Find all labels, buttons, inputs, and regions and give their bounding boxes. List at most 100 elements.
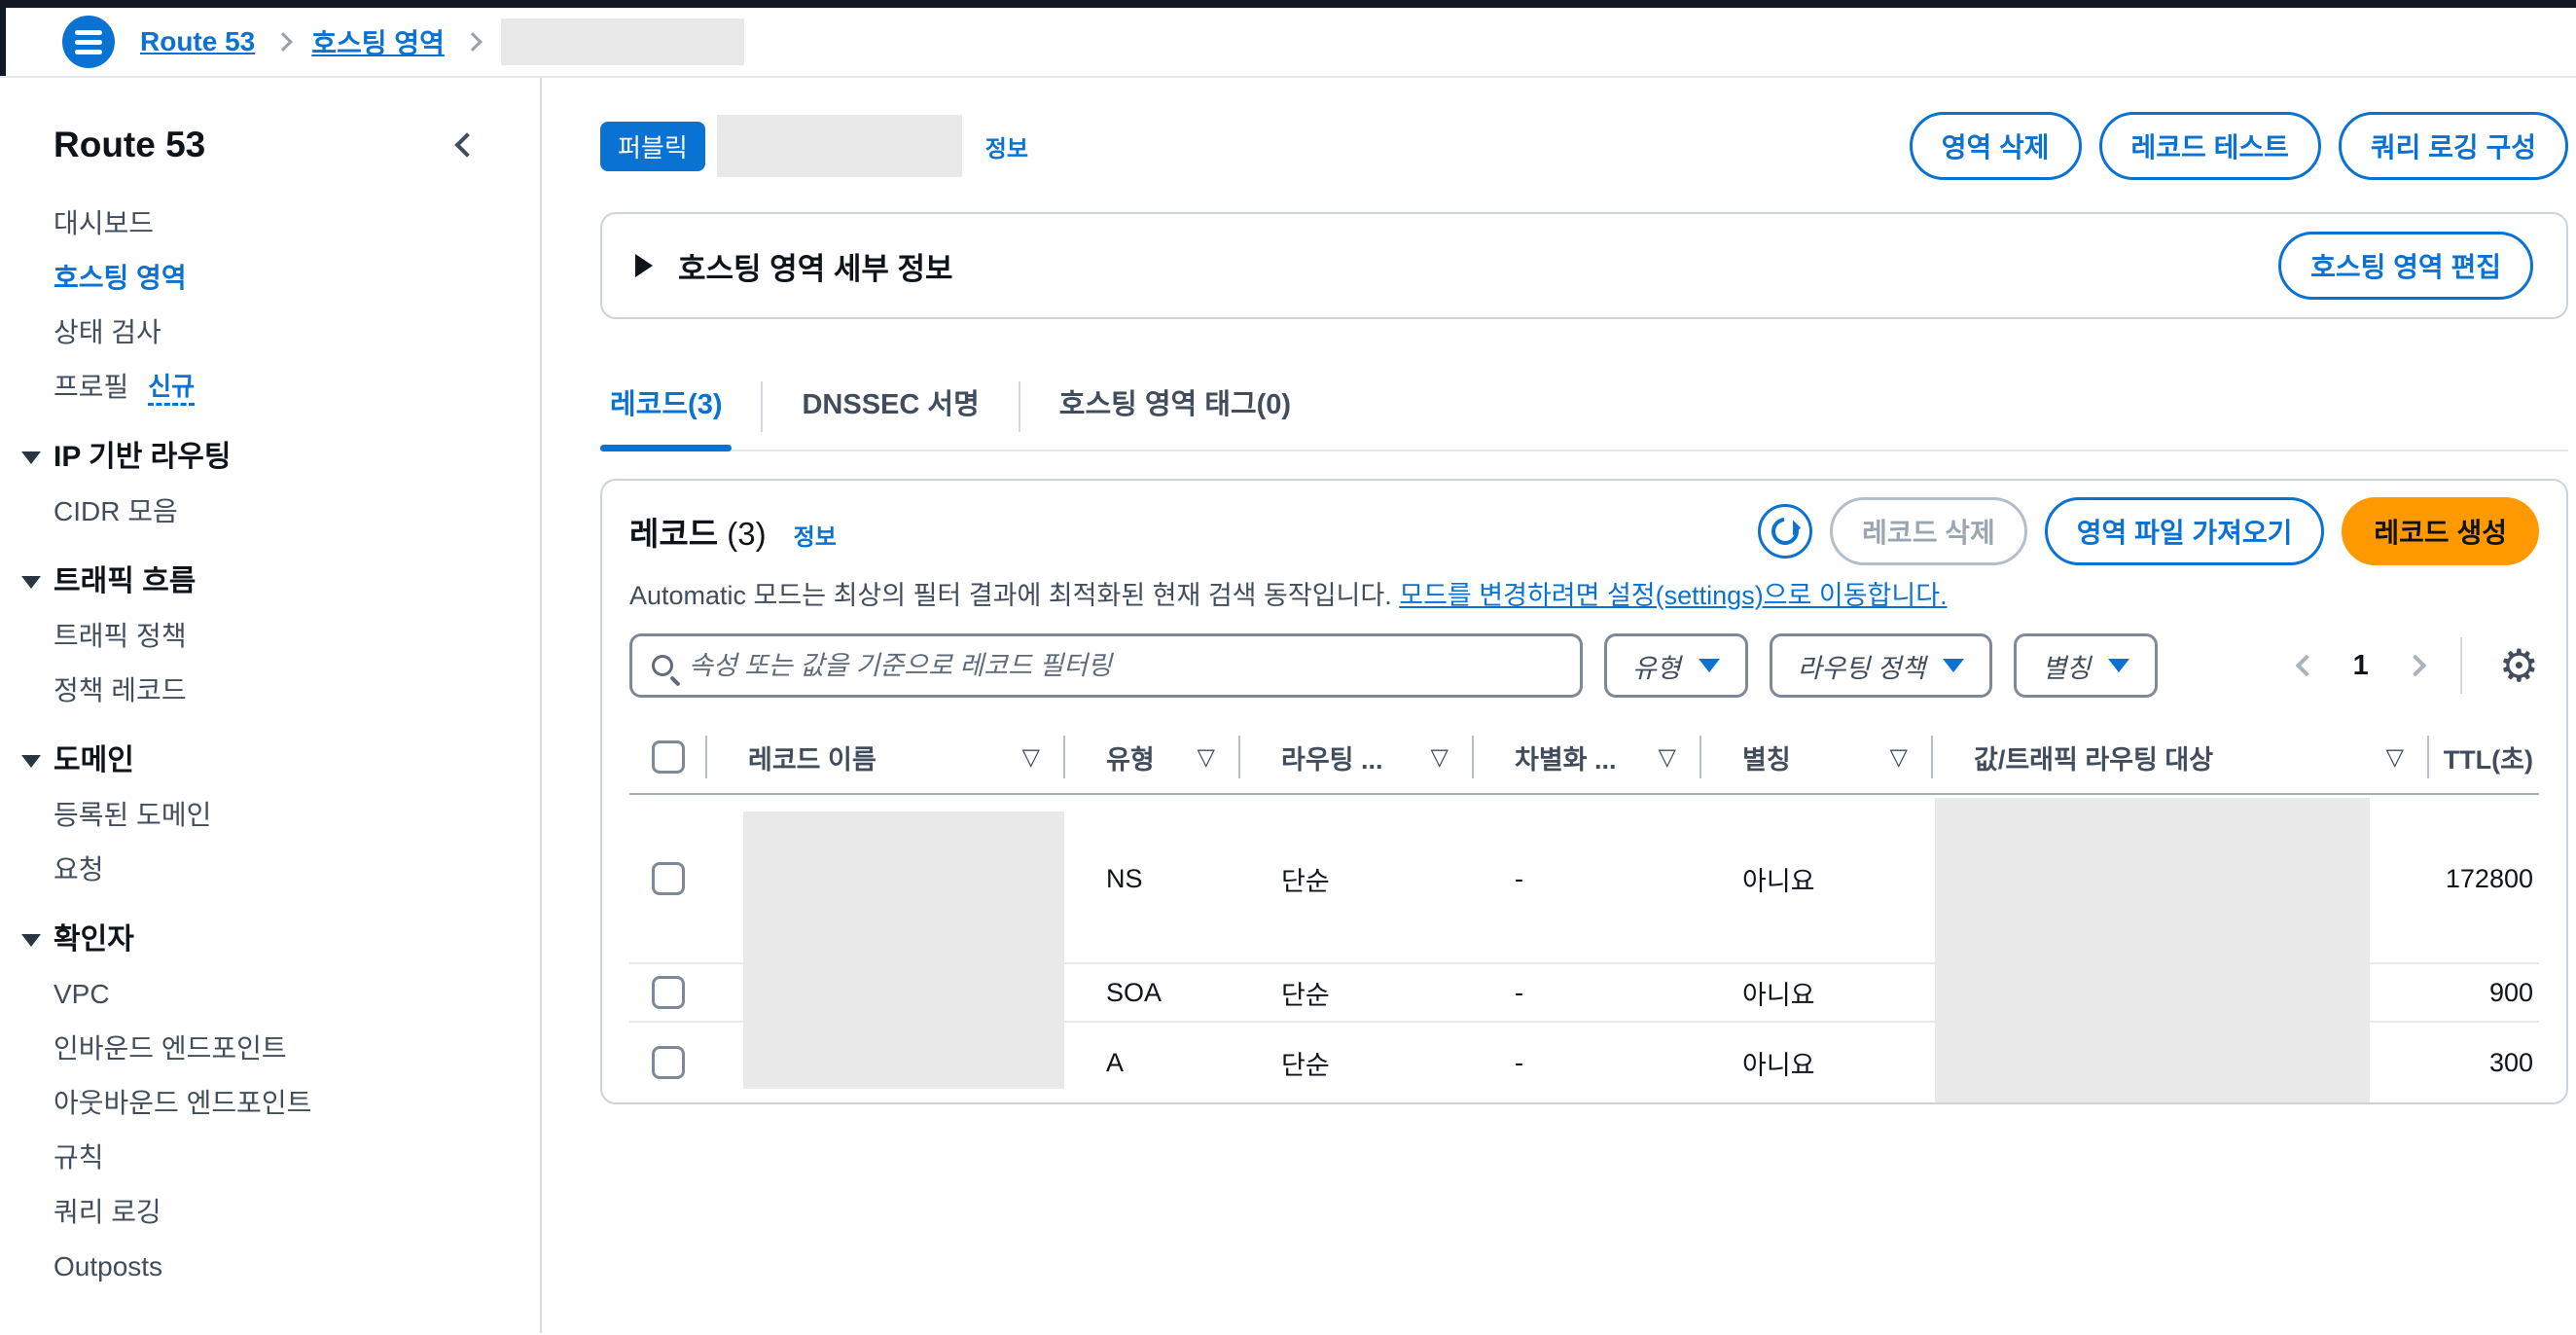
sidebar-section-resolver[interactable]: 확인자 [54,913,540,967]
refresh-icon [1766,512,1804,550]
records-table: 레코드 이름 ▽ 유형 ▽ 라우팅 ... ▽ 차별화 ... ▽ [629,719,2539,1102]
table-settings-gear-icon[interactable]: ⚙ [2499,643,2539,688]
column-differentiator[interactable]: 차별화 ... ▽ [1474,719,1701,795]
search-mode-description: Automatic 모드는 최상의 필터 결과에 최적화된 현재 검색 동작입니… [629,574,2539,612]
sidebar-collapse-icon[interactable] [454,132,479,157]
breadcrumb-zone-name-redacted [501,18,744,65]
select-all-checkbox[interactable] [652,740,685,774]
sidebar-section-label: 확인자 [54,923,134,956]
differentiator-cell: - [1474,864,1701,894]
test-record-button[interactable]: 레코드 테스트 [2099,112,2321,180]
hosted-zone-details-panel: 호스팅 영역 세부 정보 호스팅 영역 편집 [600,212,2568,319]
routing-policy-filter-dropdown[interactable]: 라우팅 정책 [1770,633,1993,698]
create-record-button[interactable]: 레코드 생성 [2342,497,2539,565]
delete-zone-button[interactable]: 영역 삭제 [1910,112,2082,180]
breadcrumb-hosted-zones-link[interactable]: 호스팅 영역 [311,22,445,61]
triangle-down-icon [21,755,41,768]
sidebar-item-outposts[interactable]: Outposts [54,1240,540,1294]
search-icon [652,655,673,676]
column-record-name[interactable]: 레코드 이름 ▽ [707,719,1065,795]
sidebar-section-domains[interactable]: 도메인 [54,734,540,788]
ttl-cell: 300 [2429,1048,2539,1078]
hosted-zone-details-toggle[interactable]: 호스팅 영역 세부 정보 [635,244,953,288]
alias-cell: 아니요 [1701,860,1933,898]
sidebar-section-ip-based-routing[interactable]: IP 기반 라우팅 [54,430,540,485]
records-info-link[interactable]: 정보 [794,518,837,552]
hamburger-menu-button[interactable] [62,16,115,68]
records-count: (3) [727,516,766,552]
sidebar-section-label: IP 기반 라우팅 [54,441,231,473]
row-select-checkbox[interactable] [652,976,685,1009]
column-value-traffic-target[interactable]: 값/트래픽 라우팅 대상 ▽ [1933,719,2429,795]
tab-bar: 레코드(3) DNSSEC 서명 호스팅 영역 태그(0) [600,381,2568,451]
chevron-down-icon [1943,659,1964,672]
delete-record-button[interactable]: 레코드 삭제 [1830,497,2027,565]
zone-type-badge: 퍼블릭 [600,122,705,171]
table-header-row: 레코드 이름 ▽ 유형 ▽ 라우팅 ... ▽ 차별화 ... ▽ [629,719,2539,795]
sort-icon[interactable]: ▽ [1890,743,1908,772]
sidebar-item-dashboard[interactable]: 대시보드 [54,197,540,251]
alias-filter-dropdown[interactable]: 별칭 [2014,633,2158,698]
record-type-cell: A [1065,1048,1240,1078]
zone-info-link[interactable]: 정보 [985,129,1028,163]
row-select-checkbox[interactable] [652,862,685,895]
routing-policy-cell: 단순 [1240,1044,1474,1082]
settings-link[interactable]: 모드를 변경하려면 설정(settings)으로 이동합니다. [1399,581,1947,610]
records-panel: 레코드 (3) 정보 레코드 삭제 영역 파일 가져오기 레코드 생성 Auto… [600,479,2568,1104]
record-names-redacted [743,812,1064,1089]
sidebar-item-cidr-collections[interactable]: CIDR 모음 [54,485,540,539]
sort-icon[interactable]: ▽ [1198,743,1215,772]
differentiator-cell: - [1474,1048,1701,1078]
sidebar-item-hosted-zones[interactable]: 호스팅 영역 [54,251,540,306]
sidebar-section-traffic-flow[interactable]: 트래픽 흐름 [54,555,540,609]
sidebar-item-traffic-policies[interactable]: 트래픽 정책 [54,609,540,664]
differentiator-cell: - [1474,978,1701,1008]
hosted-zone-details-title: 호스팅 영역 세부 정보 [678,244,953,288]
column-type[interactable]: 유형 ▽ [1065,719,1240,795]
main-content: 퍼블릭 정보 영역 삭제 레코드 테스트 쿼리 로깅 구성 호스팅 영역 세부 … [542,78,2576,1333]
tab-hosted-zone-tags[interactable]: 호스팅 영역 태그(0) [1050,381,1301,450]
tab-records[interactable]: 레코드(3) [600,381,732,450]
breadcrumb-bar: Route 53 호스팅 영역 [0,8,2576,78]
ttl-cell: 172800 [2429,864,2539,894]
sort-icon[interactable]: ▽ [1431,743,1449,772]
sidebar-item-rules[interactable]: 규칙 [54,1131,540,1185]
search-input[interactable] [689,651,1560,681]
expand-triangle-icon [635,254,653,277]
sidebar-item-profiles-new-badge[interactable]: 신규 [148,370,195,406]
column-alias[interactable]: 별칭 ▽ [1701,719,1933,795]
record-filter-searchbox[interactable] [629,633,1583,698]
previous-page-icon[interactable] [2295,655,2317,677]
import-zone-file-button[interactable]: 영역 파일 가져오기 [2045,497,2325,565]
configure-query-logging-button[interactable]: 쿼리 로깅 구성 [2339,112,2568,180]
breadcrumb-route53-link[interactable]: Route 53 [140,26,255,57]
record-type-cell: SOA [1065,978,1240,1008]
sort-icon[interactable]: ▽ [1022,743,1040,772]
next-page-icon[interactable] [2404,655,2426,677]
row-select-checkbox[interactable] [652,1046,685,1079]
type-filter-dropdown[interactable]: 유형 [1604,633,1748,698]
column-routing-policy[interactable]: 라우팅 ... ▽ [1240,719,1474,795]
triangle-down-icon [21,934,41,947]
sidebar-section-label: 트래픽 흐름 [54,565,196,597]
sidebar-item-registered-domains[interactable]: 등록된 도메인 [54,788,540,843]
sidebar-item-requests[interactable]: 요청 [54,843,540,897]
routing-policy-cell: 단순 [1240,974,1474,1012]
sidebar-item-inbound-endpoints[interactable]: 인바운드 엔드포인트 [54,1022,540,1076]
sort-icon[interactable]: ▽ [1659,743,1676,772]
sidebar-item-query-logging[interactable]: 쿼리 로깅 [54,1185,540,1240]
page-number[interactable]: 1 [2353,650,2369,682]
breadcrumb: Route 53 호스팅 영역 [140,18,744,65]
sidebar-section-label: 도메인 [54,744,134,776]
sidebar-item-policy-records[interactable]: 정책 레코드 [54,664,540,718]
sidebar-item-health-checks[interactable]: 상태 검사 [54,306,540,360]
sidebar-item-profiles[interactable]: 프로필 신규 [54,360,540,415]
refresh-button[interactable] [1758,504,1812,559]
sidebar-item-outbound-endpoints[interactable]: 아웃바운드 엔드포인트 [54,1076,540,1131]
sidebar-nav: 대시보드 호스팅 영역 상태 검사 프로필 신규 IP 기반 라우팅 CIDR … [54,197,540,1294]
sidebar: Route 53 대시보드 호스팅 영역 상태 검사 프로필 신규 IP 기반 … [0,78,542,1333]
edit-hosted-zone-button[interactable]: 호스팅 영역 편집 [2278,232,2533,300]
sort-icon[interactable]: ▽ [2386,743,2404,772]
sidebar-item-vpc[interactable]: VPC [54,967,540,1022]
tab-dnssec-signing[interactable]: DNSSEC 서명 [792,381,988,450]
